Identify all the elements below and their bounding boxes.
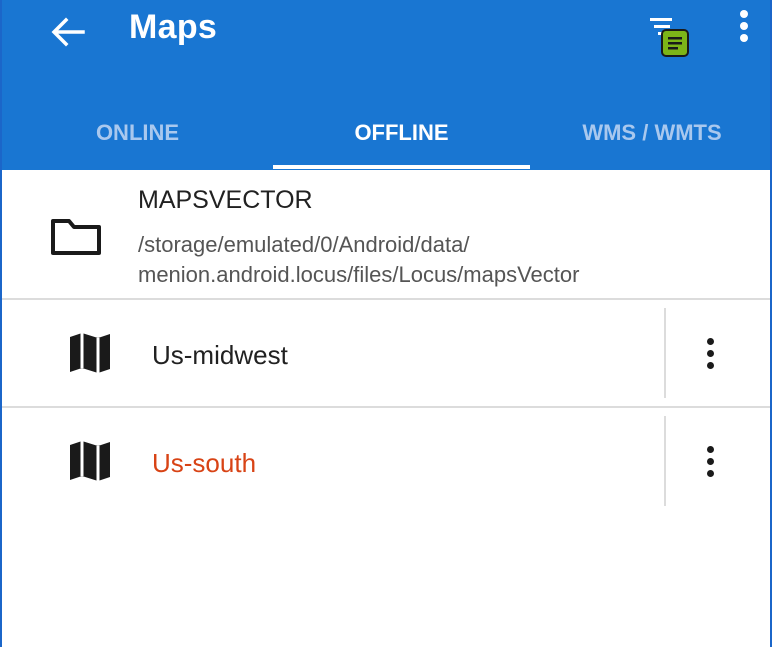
tab-online[interactable]: ONLINE [2,96,273,170]
tab-wms-wmts[interactable]: WMS / WMTS [530,96,770,170]
app-window: Maps ONLINE OFFLINE WMS / WMTS MAPSVECTO… [0,0,772,647]
map-icon [70,333,110,373]
folder-icon [51,219,101,255]
more-vert-icon [706,445,714,477]
list-item[interactable]: Us-south [2,408,770,514]
folder-name: MAPSVECTOR [138,186,313,214]
map-name: Us-midwest [152,340,288,370]
item-more-button[interactable] [696,439,724,483]
active-tab-indicator [273,165,530,169]
more-vert-icon [706,337,714,369]
list-item[interactable]: Us-midwest [2,300,770,406]
more-vert-icon [740,10,748,42]
folder-item[interactable]: MAPSVECTOR /storage/emulated/0/Android/d… [2,172,770,298]
back-button[interactable] [48,12,88,52]
page-title: Maps [129,8,218,46]
map-name: Us-south [152,448,257,478]
item-more-button[interactable] [696,331,724,375]
more-options-button[interactable] [730,8,758,48]
vertical-separator [664,308,666,398]
arrow-left-icon [51,17,85,47]
tab-offline[interactable]: OFFLINE [273,96,530,170]
app-bar: Maps ONLINE OFFLINE WMS / WMTS [2,0,770,170]
vertical-separator [664,416,666,506]
folder-path: /storage/emulated/0/Android/data/ menion… [138,232,580,287]
map-icon [70,441,110,481]
filter-list-icon [650,18,689,57]
tab-bar: ONLINE OFFLINE WMS / WMTS [2,96,770,170]
filter-button[interactable] [646,12,694,60]
